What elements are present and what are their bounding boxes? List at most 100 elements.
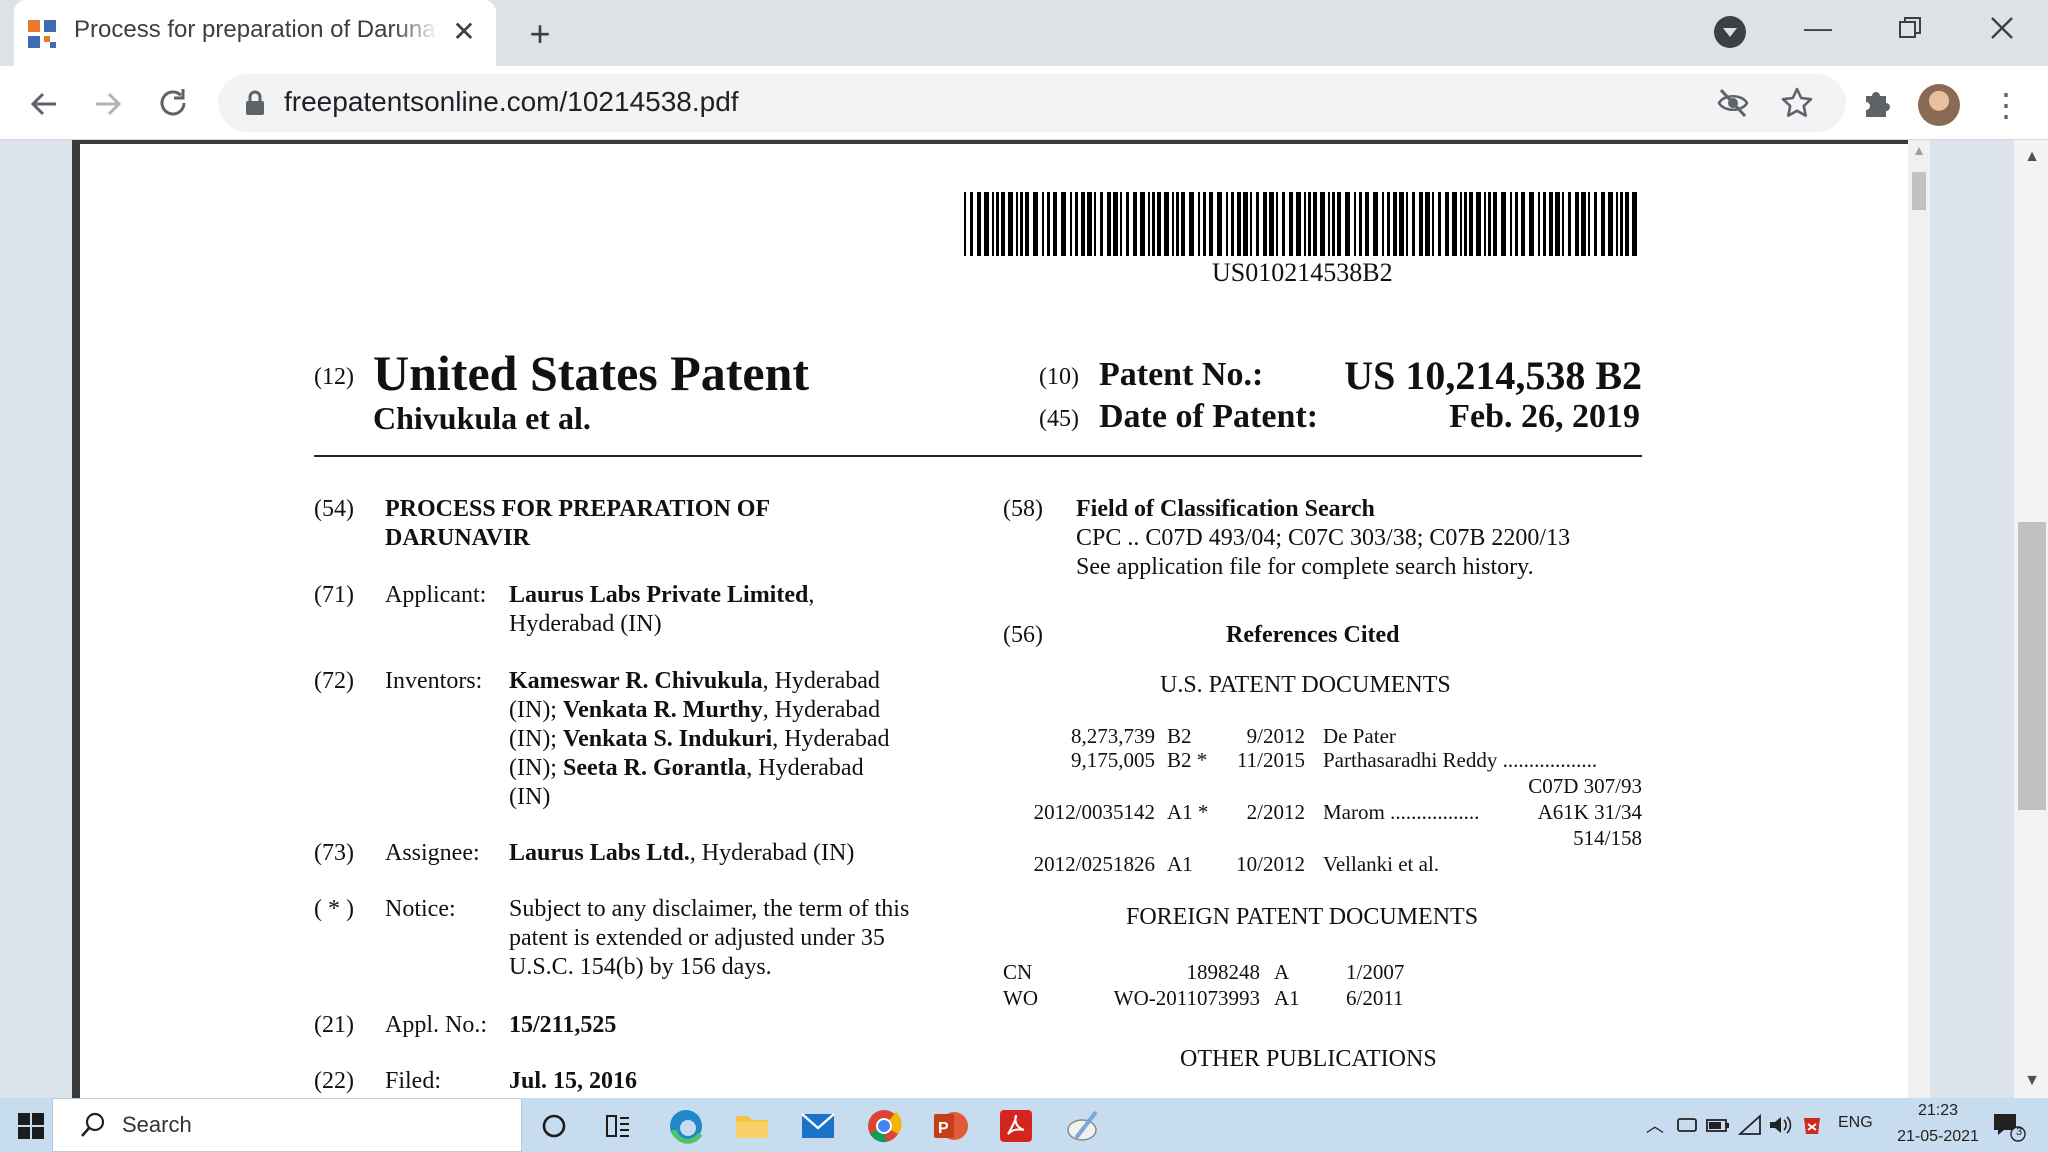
wifi-icon[interactable] <box>1738 1114 1762 1136</box>
extensions-icon[interactable] <box>1860 86 1894 120</box>
barcode-bar <box>1120 192 1122 256</box>
powerpoint-icon[interactable]: P <box>928 1104 972 1148</box>
tab-close-icon[interactable]: ✕ <box>446 14 482 50</box>
tab-search-icon[interactable] <box>1714 16 1746 48</box>
barcode-bar <box>1354 192 1356 256</box>
barcode-bar <box>1515 192 1518 256</box>
file-explorer-icon[interactable] <box>730 1104 774 1148</box>
clock-date[interactable]: 21-05-2021 <box>1896 1128 1980 1146</box>
page-scroll-thumb[interactable] <box>2018 522 2046 810</box>
acrobat-icon[interactable] <box>994 1104 1038 1148</box>
barcode-bar <box>1320 192 1325 256</box>
barcode-bar <box>1289 192 1293 256</box>
barcode-bar <box>964 192 966 256</box>
volume-icon[interactable] <box>1768 1114 1792 1136</box>
windows-start-icon[interactable] <box>18 1113 44 1139</box>
paint-icon[interactable] <box>1060 1104 1104 1148</box>
us-doc-name: Marom ................. <box>1323 800 1480 824</box>
eye-off-icon[interactable] <box>1716 88 1750 118</box>
barcode-bar <box>1620 192 1623 256</box>
barcode-bar <box>1042 192 1044 256</box>
barcode-bar <box>1588 192 1590 256</box>
barcode-bar <box>1501 192 1506 256</box>
task-view-icon[interactable] <box>604 1112 632 1140</box>
clock-time[interactable]: 21:23 <box>1908 1102 1968 1120</box>
barcode-bar <box>1001 192 1005 256</box>
barcode-bar <box>1172 192 1174 256</box>
barcode-bar <box>1189 192 1194 256</box>
page-scroll-up-icon[interactable]: ▲ <box>2018 148 2046 168</box>
date-of-patent-label: Date of Patent: <box>1099 398 1319 435</box>
inid-code-12: (12) <box>314 364 354 390</box>
cortana-icon[interactable] <box>540 1112 568 1140</box>
inventor-line-3: (IN); Venkata S. Indukuri, Hyderabad <box>509 726 890 752</box>
barcode-bar <box>1445 192 1449 256</box>
reload-icon[interactable] <box>156 86 190 120</box>
assignee-value: Laurus Labs Ltd., Hyderabad (IN) <box>509 840 855 866</box>
forward-icon[interactable] <box>92 88 124 120</box>
close-window-icon[interactable] <box>1990 16 2014 40</box>
barcode-bar <box>1081 192 1085 256</box>
us-doc-name: De Pater <box>1323 724 1396 748</box>
lock-icon[interactable] <box>244 90 266 116</box>
inventor-line-4: (IN); Seeta R. Gorantla, Hyderabad <box>509 755 864 781</box>
language-indicator[interactable]: ENG <box>1838 1114 1873 1132</box>
us-doc-number: 2012/0035142 <box>1033 800 1155 824</box>
inid-code-45: (45) <box>1039 406 1079 432</box>
bookmark-star-icon[interactable] <box>1780 86 1814 120</box>
edge-icon[interactable] <box>664 1104 708 1148</box>
us-doc-class-secondary: C07D 307/93 <box>1528 774 1642 798</box>
profile-avatar[interactable] <box>1918 84 1960 126</box>
notice-code: ( * ) <box>314 896 354 922</box>
barcode-bar <box>1047 192 1050 256</box>
restore-icon[interactable] <box>1898 16 1922 40</box>
barcode-bar <box>1237 192 1241 256</box>
tray-chevron-icon[interactable]: ︿ <box>1646 1112 1664 1138</box>
foreign-patent-docs-heading: FOREIGN PATENT DOCUMENTS <box>1126 904 1479 930</box>
barcode-bar <box>1107 192 1111 256</box>
barcode-bar <box>1203 192 1206 256</box>
us-doc-name: Vellanki et al. <box>1323 852 1440 876</box>
barcode-bar <box>1464 192 1467 256</box>
references-cited-title: References Cited <box>1226 622 1400 648</box>
barcode-bar <box>1276 192 1278 256</box>
inventor-line-2: (IN); Venkata R. Murthy, Hyderabad <box>509 697 881 723</box>
barcode-bar <box>1126 192 1129 256</box>
barcode-bar <box>1543 192 1546 256</box>
us-doc-kind: B2 * <box>1167 748 1208 772</box>
url-text[interactable]: freepatentsonline.com/10214538.pdf <box>284 86 739 118</box>
pdf-viewer[interactable] <box>0 140 2048 1098</box>
inid-code-71: (71) <box>314 582 354 608</box>
page-scroll-down-icon[interactable]: ▼ <box>2018 1072 2046 1092</box>
barcode-bar <box>1469 192 1473 256</box>
us-doc-kind: A1 * <box>1167 800 1209 824</box>
meet-now-icon[interactable] <box>1676 1114 1698 1136</box>
battery-icon[interactable] <box>1706 1114 1730 1136</box>
us-doc-number: 2012/0251826 <box>1033 852 1155 876</box>
barcode-bar <box>1304 192 1306 256</box>
minimize-icon[interactable]: — <box>1790 8 1846 48</box>
barcode-bar <box>1452 192 1457 256</box>
tab-title: Process for preparation of Darunavir <box>74 16 438 43</box>
chrome-icon[interactable] <box>862 1104 906 1148</box>
new-tab-button[interactable]: + <box>520 14 560 54</box>
pdf-scrollbar[interactable] <box>1908 140 1930 1098</box>
notice-line-2: patent is extended or adjusted under 35 <box>509 925 885 951</box>
pdf-scroll-up-icon[interactable]: ▲ <box>1910 142 1928 162</box>
pdf-scroll-thumb[interactable] <box>1912 172 1926 210</box>
notice-label: Notice: <box>385 896 456 922</box>
back-icon[interactable] <box>28 88 60 120</box>
barcode-bar <box>1425 192 1430 256</box>
barcode-bar <box>1313 192 1317 256</box>
classification-cpc: CPC .. C07D 493/04; C07C 303/38; C07B 22… <box>1076 525 1571 551</box>
barcode-bar <box>1209 192 1213 256</box>
barcode-bar <box>1181 192 1185 256</box>
browser-menu-icon[interactable]: ⋮ <box>1990 84 2022 126</box>
mail-icon[interactable] <box>796 1104 840 1148</box>
barcode-bar <box>1263 192 1267 256</box>
us-doc-date: 2/2012 <box>1246 800 1305 824</box>
inventor-line-5: (IN) <box>509 784 551 810</box>
app-tray-icon[interactable] <box>1800 1112 1824 1138</box>
us-doc-kind: B2 <box>1167 724 1192 748</box>
barcode-bar <box>1296 192 1301 256</box>
